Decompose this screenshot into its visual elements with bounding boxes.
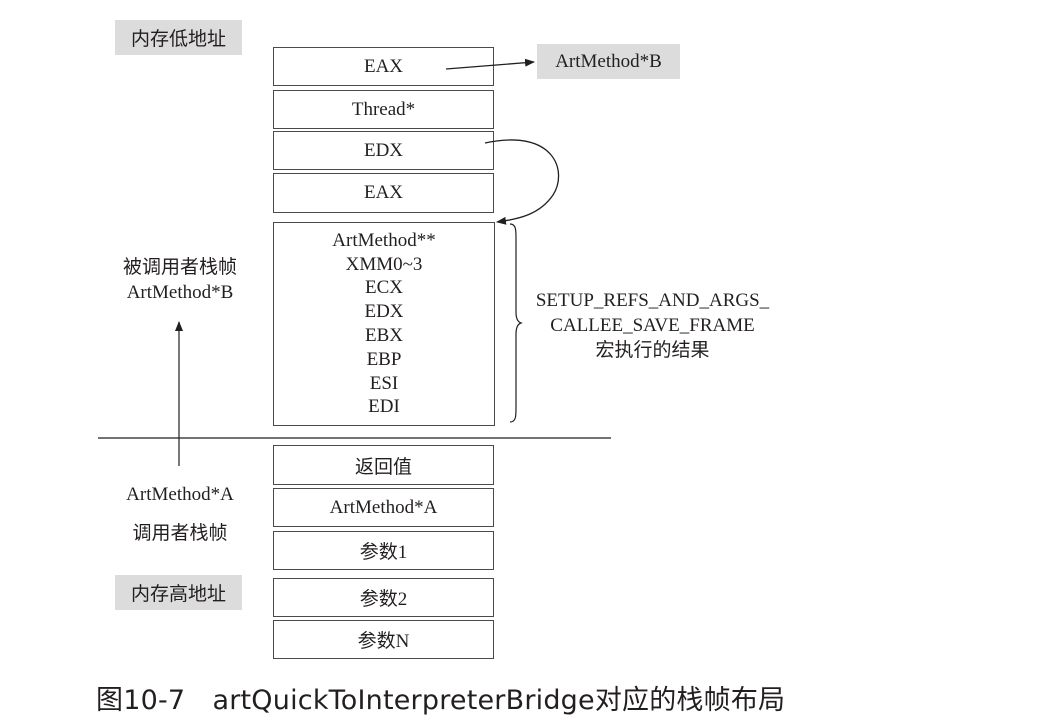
figure-caption: 图10-7 artQuickToInterpreterBridge对应的栈帧布局 [96,685,786,716]
edx-curve-arrow [484,139,560,225]
diagram-connectors [98,58,611,466]
saved-frame-brace [509,223,523,423]
eax-to-artmethod-arrow [445,58,535,70]
